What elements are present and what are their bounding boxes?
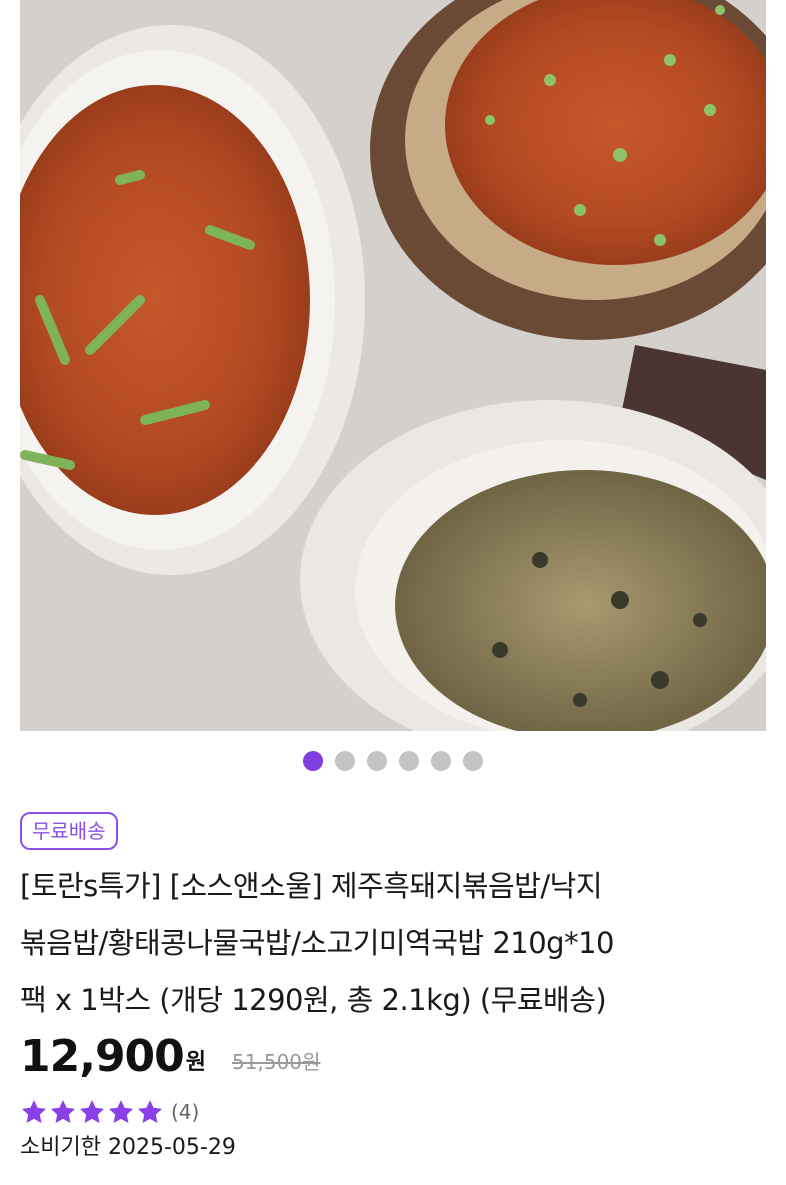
carousel-indicator xyxy=(0,750,786,772)
carousel-dot[interactable] xyxy=(399,751,419,771)
star-icon xyxy=(79,1100,105,1123)
sale-price: 12,900 xyxy=(20,1031,185,1082)
star-icon xyxy=(21,1100,47,1123)
star-icon xyxy=(137,1100,163,1123)
carousel-dot[interactable] xyxy=(335,751,355,771)
expiry-date: 2025-05-29 xyxy=(107,1135,236,1160)
star-icon xyxy=(108,1100,134,1123)
product-title[interactable]: [토란s특가] [소스앤소울] 제주흑돼지볶음밥/낙지 볶음밥/황태콩나물국밥/… xyxy=(20,858,766,1029)
review-count: (4) xyxy=(171,1100,200,1124)
original-price: 51,500원 xyxy=(232,1050,321,1074)
rating[interactable]: (4) xyxy=(20,1097,199,1127)
carousel-dot[interactable] xyxy=(367,751,387,771)
free-shipping-badge: 무료배송 xyxy=(20,812,118,850)
price-unit: 원 xyxy=(185,1050,207,1075)
expiry-label: 소비기한 xyxy=(20,1135,101,1160)
expiry-info: 소비기한 2025-05-29 xyxy=(20,1133,236,1163)
product-image[interactable] xyxy=(20,0,766,731)
title-line: 볶음밥/황태콩나물국밥/소고기미역국밥 210g*10 xyxy=(20,926,614,960)
carousel-dot[interactable] xyxy=(431,751,451,771)
title-line: [토란s특가] [소스앤소울] 제주흑돼지볶음밥/낙지 xyxy=(20,869,603,903)
fried-rice-photo-icon xyxy=(20,0,766,731)
star-icon xyxy=(50,1100,76,1123)
carousel-dot[interactable] xyxy=(303,751,323,771)
carousel-dot[interactable] xyxy=(463,751,483,771)
title-line: 팩 x 1박스 (개당 1290원, 총 2.1kg) (무료배송) xyxy=(20,983,607,1017)
price-row: 12,900 원 51,500원 xyxy=(20,1028,320,1082)
